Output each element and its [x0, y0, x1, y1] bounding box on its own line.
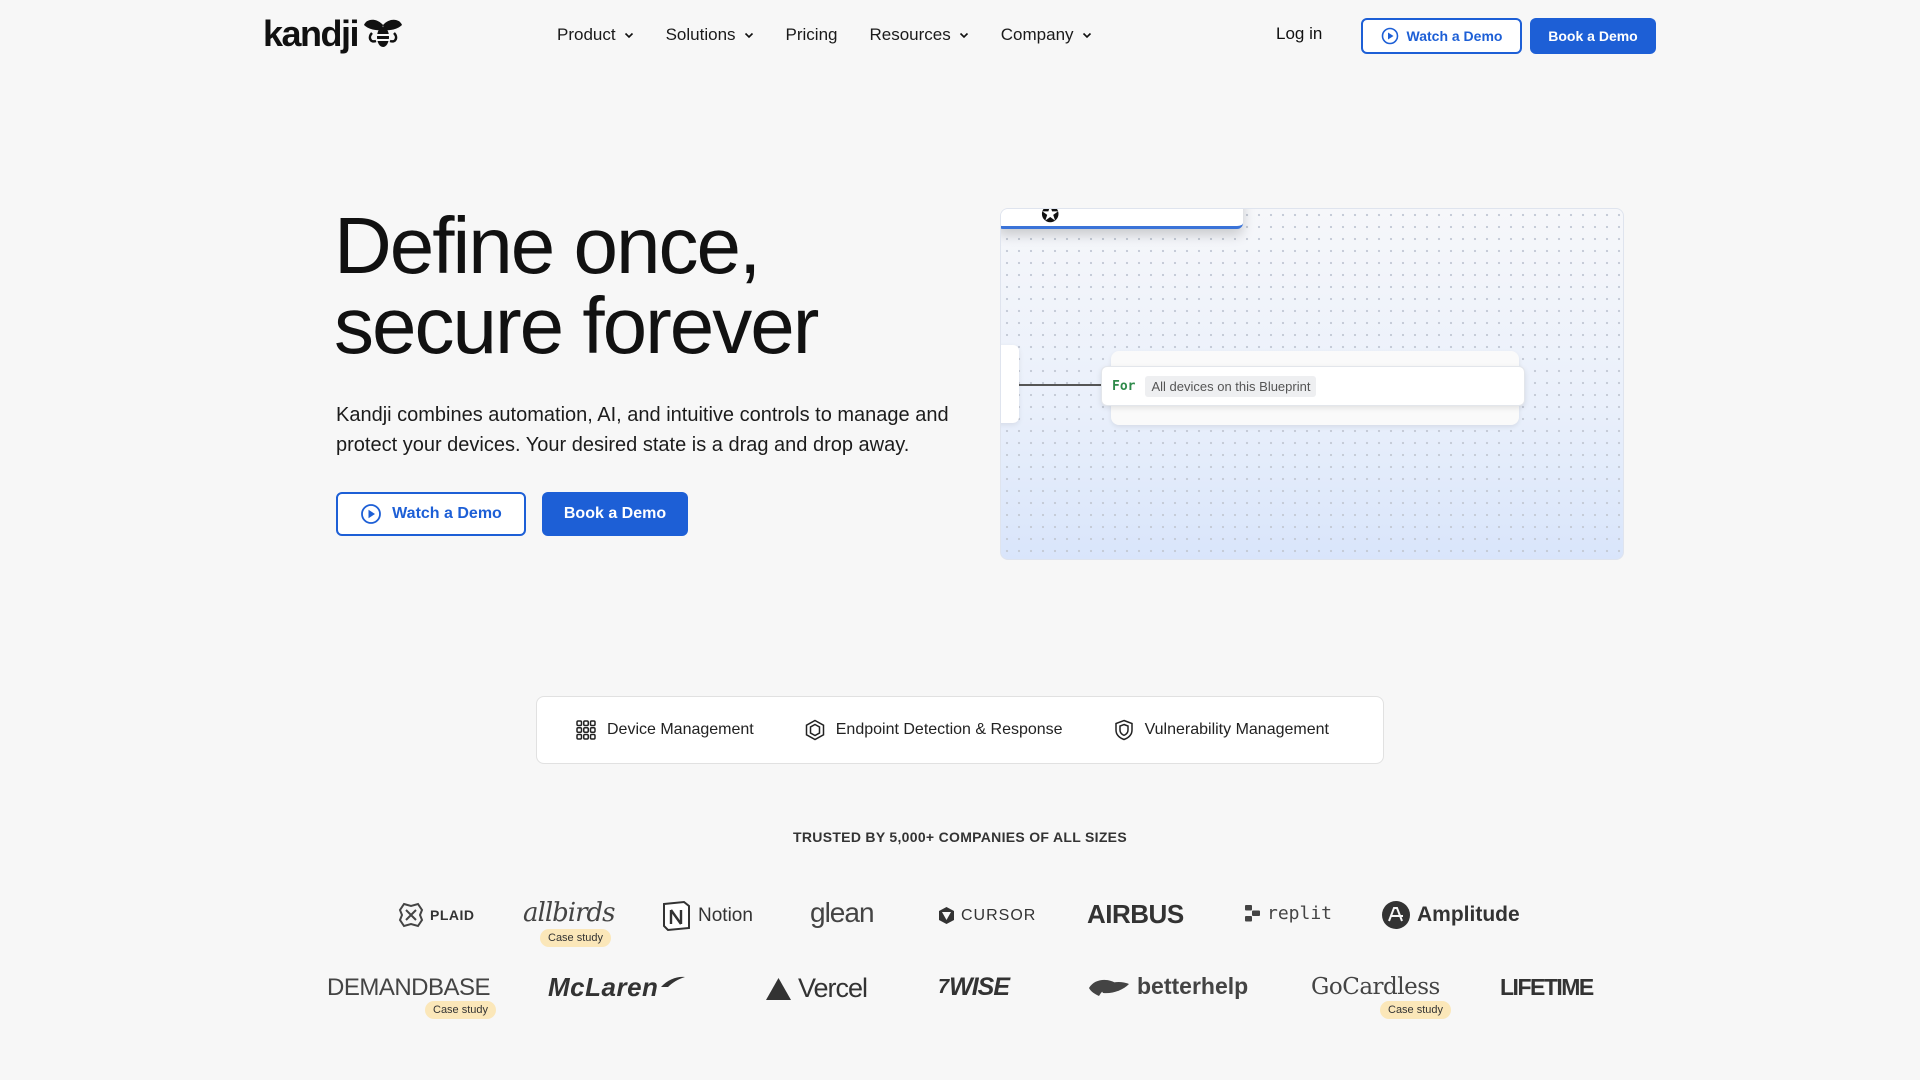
logo-demandbase: DEMANDBASE: [327, 974, 491, 1002]
tab-device-management-label: Device Management: [607, 721, 754, 738]
logo-allbirds: allbirds: [523, 898, 616, 928]
logo-airbus-text: AIRBUS: [1087, 899, 1184, 929]
logo-replit-text: replit: [1267, 903, 1333, 924]
hero-book-demo-button[interactable]: Book a Demo: [542, 492, 688, 536]
logo-lifetime-text: LIFETIME: [1500, 974, 1594, 1000]
bee-icon: [364, 19, 403, 47]
panel-top-card: ✪: [1001, 208, 1243, 229]
nav-book-demo-label: Book a Demo: [1548, 28, 1638, 44]
nav-resources-label: Resources: [869, 25, 951, 44]
logo-amplitude: Amplitude: [1381, 900, 1520, 930]
logo-demandbase-text: DEMANDBASE: [327, 974, 491, 1001]
nav-company[interactable]: Company: [1001, 25, 1092, 45]
hero-subtitle: Kandji combines automation, AI, and intu…: [336, 404, 949, 456]
chevron-down-icon: [744, 32, 753, 39]
hero-watch-demo-button[interactable]: Watch a Demo: [336, 492, 526, 536]
logo-betterhelp-text: betterhelp: [1137, 973, 1249, 999]
tab-endpoint-detection-label: Endpoint Detection & Response: [835, 721, 1063, 738]
betterhelp-leaf-icon: [1089, 979, 1129, 996]
logo-gocardless-text: GoCardless: [1311, 974, 1440, 1000]
grid-icon: [576, 720, 596, 740]
logo-plaid: PLAID: [398, 902, 475, 928]
tab-endpoint-detection[interactable]: Endpoint Detection & Response: [804, 719, 1063, 741]
tab-device-management[interactable]: Device Management: [575, 719, 754, 741]
panel-side-node: [1001, 345, 1019, 423]
notion-mark-icon: [663, 900, 690, 932]
logo-notion: Notion: [660, 900, 753, 932]
hero-title-line-1: Define once,: [334, 201, 761, 290]
nav-company-label: Company: [1000, 25, 1074, 44]
play-circle-icon: [1381, 27, 1398, 45]
for-label: For: [1112, 378, 1136, 394]
logo-glean-text: glean: [810, 897, 875, 928]
nav-solutions[interactable]: Solutions: [666, 25, 754, 45]
logo-cursor: CURSOR: [938, 906, 1036, 925]
hero-title: Define once, secure forever: [334, 206, 974, 366]
logo-replit: replit: [1244, 903, 1332, 924]
nav-book-demo-button[interactable]: Book a Demo: [1530, 18, 1656, 54]
case-study-badge-allbirds[interactable]: Case study: [540, 929, 612, 947]
nav-links: Product Solutions Pricing Resources Comp…: [557, 22, 1124, 48]
replit-mark-icon: [1245, 905, 1260, 922]
tab-vulnerability-management[interactable]: Vulnerability Management: [1113, 719, 1329, 741]
cursor-mark-icon: [939, 907, 954, 924]
connector-line: [1019, 384, 1103, 386]
logo-gocardless: GoCardless: [1311, 974, 1440, 1000]
nav-pricing-label: Pricing: [785, 25, 838, 44]
chevron-down-icon: [1082, 32, 1091, 39]
case-study-badge-demandbase[interactable]: Case study: [425, 1001, 497, 1019]
trusted-heading: TRUSTED BY 5,000+ COMPANIES OF ALL SIZES: [793, 829, 1127, 845]
hero-title-line-2: secure forever: [334, 281, 819, 370]
nav-product-label: Product: [557, 25, 616, 44]
hero-book-demo-label: Book a Demo: [563, 505, 667, 522]
nav-watch-demo-button[interactable]: Watch a Demo: [1361, 18, 1522, 54]
logo-mclaren-text: McLaren: [548, 972, 659, 1002]
logo-amplitude-text: Amplitude: [1417, 903, 1520, 926]
login-link[interactable]: Log in: [1276, 24, 1322, 44]
tab-vulnerability-management-label: Vulnerability Management: [1144, 721, 1329, 738]
logo-vercel-text: Vercel: [798, 973, 868, 1003]
chevron-down-icon: [624, 32, 633, 39]
kandji-logo[interactable]: kandji: [263, 14, 404, 54]
nav-watch-demo-label: Watch a Demo: [1406, 28, 1503, 44]
logo-betterhelp: betterhelp: [1087, 973, 1248, 1000]
nav-solutions-label: Solutions: [665, 25, 736, 44]
nav-resources[interactable]: Resources: [870, 25, 969, 45]
logo-wordmark: kandji: [263, 13, 360, 54]
hexagon-icon: [805, 719, 824, 741]
nav-product[interactable]: Product: [557, 25, 634, 45]
logo-mclaren: McLaren: [548, 972, 686, 1003]
logo-vercel: Vercel: [765, 973, 868, 1004]
play-circle-icon: [361, 504, 382, 524]
chevron-down-icon: [959, 32, 968, 39]
logo-notion-text: Notion: [698, 905, 753, 926]
plaid-mark-icon: [398, 902, 424, 928]
wise-flag-icon: 7: [938, 976, 950, 998]
blueprint-preview-panel: ✪ For All devices on this Blueprint: [1000, 208, 1624, 560]
case-study-badge-gocardless[interactable]: Case study: [1380, 1001, 1452, 1019]
logo-cursor-text: CURSOR: [961, 906, 1037, 924]
mclaren-swoosh-icon: [661, 976, 686, 987]
scope-card: For All devices on this Blueprint: [1101, 366, 1525, 406]
logo-lifetime: LIFETIME: [1500, 974, 1594, 1001]
scope-tag: All devices on this Blueprint: [1145, 375, 1317, 397]
vercel-triangle-icon: [766, 977, 791, 1000]
shield-icon: [1114, 719, 1133, 741]
nav-pricing[interactable]: Pricing: [786, 25, 838, 45]
top-navigation: kandji Product Solutions Pricing Resourc…: [0, 0, 1920, 70]
badge-icon: ✪: [1041, 208, 1060, 227]
logo-wise-text: WISE: [949, 973, 1010, 1001]
logo-wise: 7 WISE: [938, 973, 1010, 1002]
logo-glean: glean: [810, 897, 875, 929]
logo-airbus: AIRBUS: [1087, 899, 1184, 930]
amplitude-mark-icon: [1382, 901, 1410, 929]
logo-plaid-text: PLAID: [430, 907, 475, 923]
hero-watch-demo-label: Watch a Demo: [392, 505, 502, 522]
logo-allbirds-text: allbirds: [523, 898, 616, 928]
product-tabs: Device Management Endpoint Detection & R…: [536, 696, 1384, 764]
